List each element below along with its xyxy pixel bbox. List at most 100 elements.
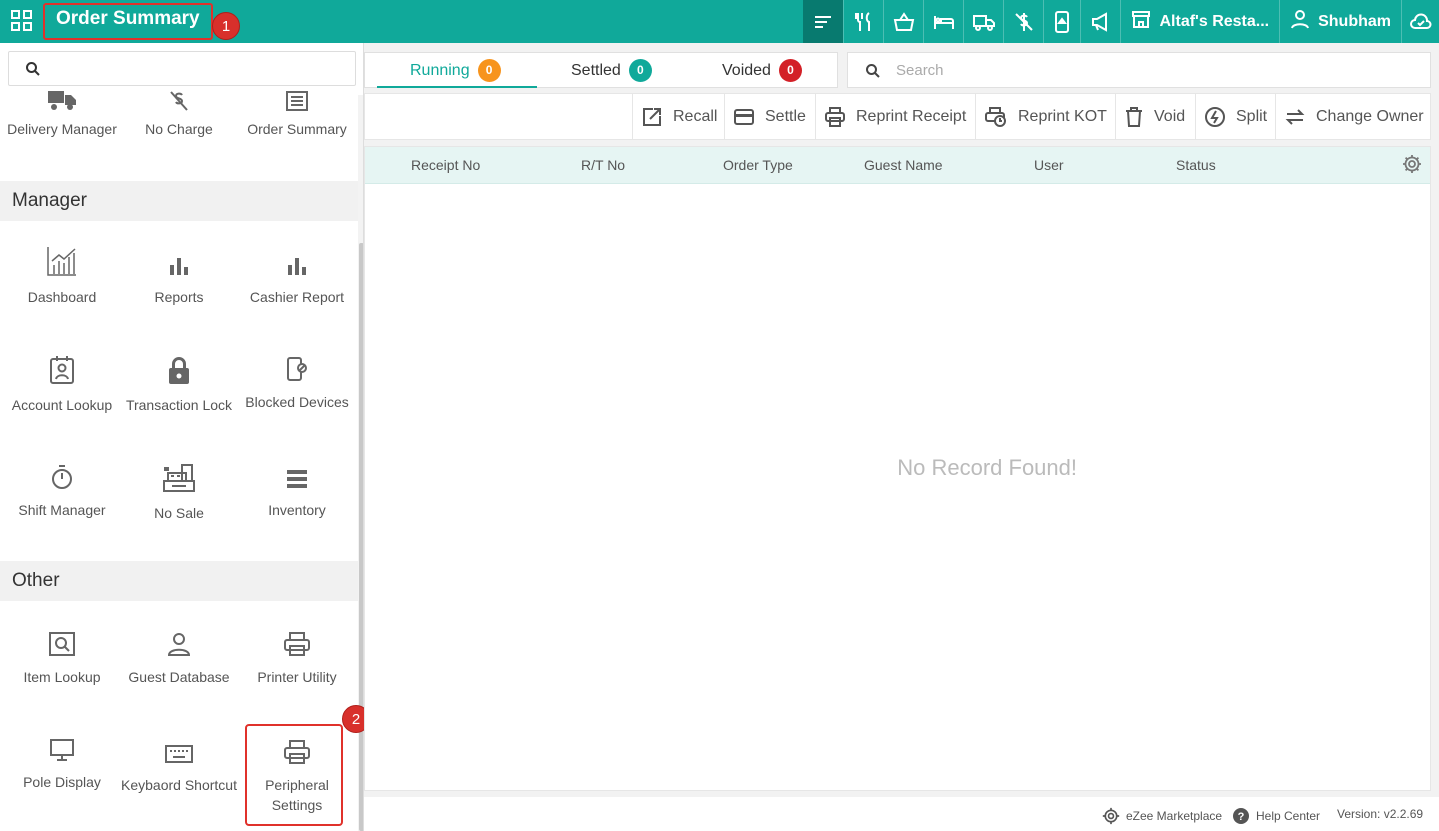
sidebar-item-inventory[interactable]: Inventory (238, 456, 356, 520)
keyboard-icon (120, 731, 238, 765)
basket-icon[interactable] (883, 0, 923, 43)
sidebar-item-label: No Sale (154, 505, 204, 521)
page-title: Order Summary (56, 8, 200, 29)
sidebar-item-label: Reports (154, 289, 204, 305)
sidebar-item-dashboard[interactable]: Dashboard (3, 243, 121, 307)
settle-button[interactable]: Settle (724, 94, 814, 139)
sidebar-search-input[interactable] (8, 51, 356, 86)
order-status-tabs: Running 0 Settled 0 Voided 0 (364, 52, 838, 88)
recall-icon (643, 107, 661, 126)
gear-icon (1102, 807, 1120, 825)
column-header-user[interactable]: User (1034, 157, 1064, 173)
recall-button[interactable]: Recall (632, 94, 725, 139)
trash-icon (1126, 106, 1142, 127)
help-icon: ? (1233, 808, 1249, 824)
void-button[interactable]: Void (1115, 94, 1193, 139)
action-toolbar: Recall Settle Reprint Receipt Reprint KO… (364, 93, 1431, 140)
split-icon (1205, 106, 1225, 127)
orders-table: Receipt No R/T No Order Type Guest Name … (364, 146, 1431, 791)
order-search-input[interactable]: Search (847, 52, 1431, 88)
settled-count-badge: 0 (628, 59, 652, 82)
empty-state-message: No Record Found! (897, 455, 1077, 480)
marketplace-link[interactable]: eZee Marketplace (1102, 807, 1222, 825)
no-charge-icon (120, 87, 238, 111)
peripheral-settings-highlight-box (245, 724, 343, 826)
cloud-sync-icon[interactable] (1401, 0, 1439, 43)
sidebar-item-pole-display[interactable]: Pole Display (3, 728, 121, 792)
person-icon (120, 623, 238, 657)
top-bar: Order Summary 1 Altaf's Resta... Shubham (0, 0, 1439, 43)
sidebar-item-account-lookup[interactable]: Account Lookup (3, 351, 121, 415)
tab-label: Voided (722, 61, 771, 79)
column-header-rt-no[interactable]: R/T No (581, 157, 625, 173)
sidebar-item-label: Keybaord Shortcut (121, 777, 237, 793)
sidebar-item-printer-utility[interactable]: Printer Utility (238, 623, 356, 687)
column-header-receipt-no[interactable]: Receipt No (411, 157, 480, 173)
split-button[interactable]: Split (1195, 94, 1275, 139)
monitor-icon (3, 728, 121, 762)
mobile-order-icon[interactable] (1043, 0, 1080, 43)
sidebar-item-order-summary[interactable]: Order Summary (238, 87, 356, 139)
running-count-badge: 0 (477, 59, 501, 82)
inventory-list-icon (238, 456, 356, 490)
user-name: Shubham (1318, 12, 1391, 30)
search-icon (866, 64, 880, 78)
sidebar-item-transaction-lock[interactable]: Transaction Lock (120, 351, 238, 415)
footer-bar: eZee Marketplace ? Help Center Version: … (364, 797, 1439, 831)
no-charge-icon[interactable] (1003, 0, 1043, 43)
column-header-order-type[interactable]: Order Type (723, 157, 793, 173)
bar-chart-icon (120, 243, 238, 277)
sidebar-item-keyboard-shortcut[interactable]: Keybaord Shortcut (120, 731, 238, 795)
search-icon (26, 62, 40, 76)
lock-icon (120, 351, 238, 385)
sidebar-item-label: Blocked Devices (245, 394, 349, 410)
announcement-icon[interactable] (1080, 0, 1120, 43)
room-service-icon[interactable] (923, 0, 963, 43)
card-icon (734, 108, 754, 125)
column-settings-gear-icon[interactable] (1401, 153, 1423, 180)
sidebar-item-label: Guest Database (128, 669, 230, 685)
column-header-status[interactable]: Status (1176, 157, 1216, 173)
sidebar-item-shift-manager[interactable]: Shift Manager (3, 456, 121, 520)
orders-list-icon[interactable] (803, 0, 844, 43)
user-menu[interactable]: Shubham (1279, 0, 1401, 43)
delivery-icon[interactable] (963, 0, 1003, 43)
sidebar-item-label: Order Summary (247, 121, 347, 137)
sidebar-item-cashier-report[interactable]: Cashier Report (238, 243, 356, 307)
cash-register-icon (120, 459, 238, 493)
tab-label: Running (410, 61, 470, 79)
reprint-receipt-button[interactable]: Reprint Receipt (815, 94, 974, 139)
id-badge-icon (3, 351, 121, 385)
sidebar-item-label: No Charge (145, 121, 213, 137)
sidebar-item-no-sale[interactable]: No Sale (120, 459, 238, 523)
search-placeholder: Search (896, 62, 944, 79)
version-label: Version: v2.2.69 (1337, 807, 1424, 821)
column-header-guest-name[interactable]: Guest Name (864, 157, 943, 173)
sidebar-item-reports[interactable]: Reports (120, 243, 238, 307)
dashboard-chart-icon (3, 243, 121, 277)
sidebar-item-label: Shift Manager (18, 502, 106, 518)
tab-running[interactable]: Running 0 (410, 59, 501, 82)
sidebar-item-label: Delivery Manager (7, 121, 117, 137)
sidebar-item-label: Transaction Lock (125, 397, 233, 413)
dine-in-icon[interactable] (843, 0, 883, 43)
reprint-kot-button[interactable]: Reprint KOT (975, 94, 1115, 139)
apps-grid-icon[interactable] (10, 9, 34, 33)
help-center-link[interactable]: ? Help Center (1232, 807, 1320, 825)
sidebar-item-label: Printer Utility (257, 669, 337, 685)
printer-icon (238, 623, 356, 657)
sidebar-item-label: Cashier Report (249, 289, 345, 305)
stopwatch-icon (3, 456, 121, 490)
restaurant-selector[interactable]: Altaf's Resta... (1120, 0, 1279, 43)
sidebar-item-item-lookup[interactable]: Item Lookup (3, 623, 121, 687)
table-header: Receipt No R/T No Order Type Guest Name … (365, 147, 1430, 184)
top-icon-bar: Altaf's Resta... Shubham (803, 0, 1439, 43)
tab-settled[interactable]: Settled 0 (571, 59, 652, 82)
sidebar-item-no-charge[interactable]: No Charge (120, 87, 238, 139)
store-icon (1131, 9, 1151, 34)
change-owner-button[interactable]: Change Owner (1275, 94, 1432, 139)
sidebar-item-blocked-devices[interactable]: Blocked Devices (238, 348, 356, 412)
tab-voided[interactable]: Voided 0 (722, 59, 802, 82)
sidebar-item-guest-database[interactable]: Guest Database (120, 623, 238, 687)
sidebar-item-delivery-manager[interactable]: Delivery Manager (3, 87, 121, 139)
